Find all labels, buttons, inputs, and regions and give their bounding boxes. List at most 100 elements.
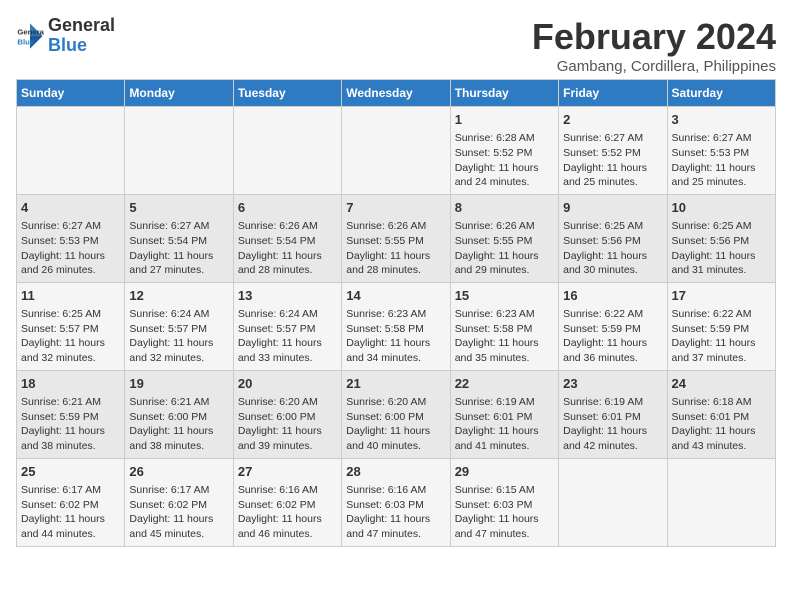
calendar-cell: 4 Sunrise: 6:27 AM Sunset: 5:53 PM Daylig… <box>17 194 125 282</box>
calendar-cell: 15 Sunrise: 6:23 AM Sunset: 5:58 PM Dayli… <box>450 282 558 370</box>
day-number: 21 <box>346 375 445 393</box>
svg-text:Blue: Blue <box>17 37 34 46</box>
calendar-cell: 16 Sunrise: 6:22 AM Sunset: 5:59 PM Dayli… <box>559 282 667 370</box>
calendar-cell: 20 Sunrise: 6:20 AM Sunset: 6:00 PM Dayli… <box>233 370 341 458</box>
calendar-week-row: 11 Sunrise: 6:25 AM Sunset: 5:57 PM Dayli… <box>17 282 776 370</box>
calendar-cell: 6 Sunrise: 6:26 AM Sunset: 5:54 PM Daylig… <box>233 194 341 282</box>
day-number: 6 <box>238 199 337 217</box>
calendar-cell: 13 Sunrise: 6:24 AM Sunset: 5:57 PM Dayli… <box>233 282 341 370</box>
calendar-cell: 10 Sunrise: 6:25 AM Sunset: 5:56 PM Dayli… <box>667 194 775 282</box>
day-info: Sunrise: 6:21 AM Sunset: 6:00 PM Dayligh… <box>129 395 228 454</box>
day-number: 18 <box>21 375 120 393</box>
calendar-cell: 7 Sunrise: 6:26 AM Sunset: 5:55 PM Daylig… <box>342 194 450 282</box>
calendar-cell: 29 Sunrise: 6:15 AM Sunset: 6:03 PM Dayli… <box>450 458 558 546</box>
day-info: Sunrise: 6:27 AM Sunset: 5:53 PM Dayligh… <box>21 219 120 278</box>
svg-text:General: General <box>17 27 44 36</box>
day-number: 16 <box>563 287 662 305</box>
day-info: Sunrise: 6:27 AM Sunset: 5:54 PM Dayligh… <box>129 219 228 278</box>
day-info: Sunrise: 6:25 AM Sunset: 5:56 PM Dayligh… <box>563 219 662 278</box>
calendar-cell: 19 Sunrise: 6:21 AM Sunset: 6:00 PM Dayli… <box>125 370 233 458</box>
day-info: Sunrise: 6:25 AM Sunset: 5:57 PM Dayligh… <box>21 307 120 366</box>
weekday-header: Thursday <box>450 80 558 107</box>
title-block: February 2024 Gambang, Cordillera, Phili… <box>532 16 776 75</box>
weekday-header: Tuesday <box>233 80 341 107</box>
day-info: Sunrise: 6:28 AM Sunset: 5:52 PM Dayligh… <box>455 131 554 190</box>
day-number: 19 <box>129 375 228 393</box>
calendar-cell: 17Sunrise: 6:22 AM Sunset: 5:59 PM Dayli… <box>667 282 775 370</box>
day-info: Sunrise: 6:22 AM Sunset: 5:59 PM Dayligh… <box>563 307 662 366</box>
calendar-week-row: 25 Sunrise: 6:17 AM Sunset: 6:02 PM Dayli… <box>17 458 776 546</box>
calendar-cell: 14 Sunrise: 6:23 AM Sunset: 5:58 PM Dayli… <box>342 282 450 370</box>
day-number: 3 <box>672 111 771 129</box>
day-info: Sunrise: 6:26 AM Sunset: 5:55 PM Dayligh… <box>455 219 554 278</box>
weekday-header: Sunday <box>17 80 125 107</box>
day-number: 10 <box>672 199 771 217</box>
calendar-cell <box>17 107 125 195</box>
day-number: 26 <box>129 463 228 481</box>
weekday-header: Wednesday <box>342 80 450 107</box>
day-info: Sunrise: 6:26 AM Sunset: 5:55 PM Dayligh… <box>346 219 445 278</box>
calendar-cell <box>233 107 341 195</box>
calendar-cell: 27 Sunrise: 6:16 AM Sunset: 6:02 PM Dayli… <box>233 458 341 546</box>
day-info: Sunrise: 6:20 AM Sunset: 6:00 PM Dayligh… <box>346 395 445 454</box>
day-info: Sunrise: 6:16 AM Sunset: 6:02 PM Dayligh… <box>238 483 337 542</box>
day-number: 8 <box>455 199 554 217</box>
day-number: 23 <box>563 375 662 393</box>
day-number: 29 <box>455 463 554 481</box>
calendar-week-row: 4 Sunrise: 6:27 AM Sunset: 5:53 PM Daylig… <box>17 194 776 282</box>
day-info: Sunrise: 6:20 AM Sunset: 6:00 PM Dayligh… <box>238 395 337 454</box>
calendar-cell: 22Sunrise: 6:19 AM Sunset: 6:01 PM Dayli… <box>450 370 558 458</box>
day-info: Sunrise: 6:26 AM Sunset: 5:54 PM Dayligh… <box>238 219 337 278</box>
day-info: Sunrise: 6:23 AM Sunset: 5:58 PM Dayligh… <box>346 307 445 366</box>
logo-icon: General Blue <box>16 22 44 50</box>
day-info: Sunrise: 6:21 AM Sunset: 5:59 PM Dayligh… <box>21 395 120 454</box>
calendar-cell: 25Sunrise: 6:17 AM Sunset: 6:02 PM Dayli… <box>17 458 125 546</box>
day-info: Sunrise: 6:15 AM Sunset: 6:03 PM Dayligh… <box>455 483 554 542</box>
day-number: 15 <box>455 287 554 305</box>
page-header: General Blue General Blue February 2024 … <box>16 16 776 75</box>
calendar-cell: 3Sunrise: 6:27 AM Sunset: 5:53 PM Daylig… <box>667 107 775 195</box>
day-info: Sunrise: 6:27 AM Sunset: 5:52 PM Dayligh… <box>563 131 662 190</box>
day-number: 27 <box>238 463 337 481</box>
day-number: 2 <box>563 111 662 129</box>
calendar-cell: 18 Sunrise: 6:21 AM Sunset: 5:59 PM Dayli… <box>17 370 125 458</box>
day-number: 13 <box>238 287 337 305</box>
day-number: 5 <box>129 199 228 217</box>
calendar-cell: 8 Sunrise: 6:26 AM Sunset: 5:55 PM Daylig… <box>450 194 558 282</box>
day-number: 1 <box>455 111 554 129</box>
day-number: 14 <box>346 287 445 305</box>
calendar-cell: 24 Sunrise: 6:18 AM Sunset: 6:01 PM Dayli… <box>667 370 775 458</box>
subtitle: Gambang, Cordillera, Philippines <box>532 58 776 75</box>
weekday-header-row: SundayMondayTuesdayWednesdayThursdayFrid… <box>17 80 776 107</box>
day-number: 7 <box>346 199 445 217</box>
calendar-cell <box>342 107 450 195</box>
day-info: Sunrise: 6:18 AM Sunset: 6:01 PM Dayligh… <box>672 395 771 454</box>
day-number: 11 <box>21 287 120 305</box>
day-number: 4 <box>21 199 120 217</box>
calendar-cell: 12Sunrise: 6:24 AM Sunset: 5:57 PM Dayli… <box>125 282 233 370</box>
main-title: February 2024 <box>532 16 776 58</box>
calendar-cell: 28Sunrise: 6:16 AM Sunset: 6:03 PM Dayli… <box>342 458 450 546</box>
calendar-cell <box>667 458 775 546</box>
calendar-cell: 21 Sunrise: 6:20 AM Sunset: 6:00 PM Dayli… <box>342 370 450 458</box>
calendar-cell: 1 Sunrise: 6:28 AM Sunset: 5:52 PM Daylig… <box>450 107 558 195</box>
day-number: 25 <box>21 463 120 481</box>
calendar-cell: 5 Sunrise: 6:27 AM Sunset: 5:54 PM Daylig… <box>125 194 233 282</box>
day-info: Sunrise: 6:24 AM Sunset: 5:57 PM Dayligh… <box>238 307 337 366</box>
day-info: Sunrise: 6:25 AM Sunset: 5:56 PM Dayligh… <box>672 219 771 278</box>
day-info: Sunrise: 6:17 AM Sunset: 6:02 PM Dayligh… <box>129 483 228 542</box>
day-number: 12 <box>129 287 228 305</box>
day-number: 17 <box>672 287 771 305</box>
calendar-cell: 11 Sunrise: 6:25 AM Sunset: 5:57 PM Dayli… <box>17 282 125 370</box>
day-number: 28 <box>346 463 445 481</box>
calendar-week-row: 1 Sunrise: 6:28 AM Sunset: 5:52 PM Daylig… <box>17 107 776 195</box>
calendar-cell: 23Sunrise: 6:19 AM Sunset: 6:01 PM Dayli… <box>559 370 667 458</box>
calendar-cell: 2 Sunrise: 6:27 AM Sunset: 5:52 PM Daylig… <box>559 107 667 195</box>
weekday-header: Friday <box>559 80 667 107</box>
calendar-cell <box>125 107 233 195</box>
weekday-header: Saturday <box>667 80 775 107</box>
day-info: Sunrise: 6:23 AM Sunset: 5:58 PM Dayligh… <box>455 307 554 366</box>
logo-text: General Blue <box>48 16 115 56</box>
day-number: 24 <box>672 375 771 393</box>
day-number: 20 <box>238 375 337 393</box>
